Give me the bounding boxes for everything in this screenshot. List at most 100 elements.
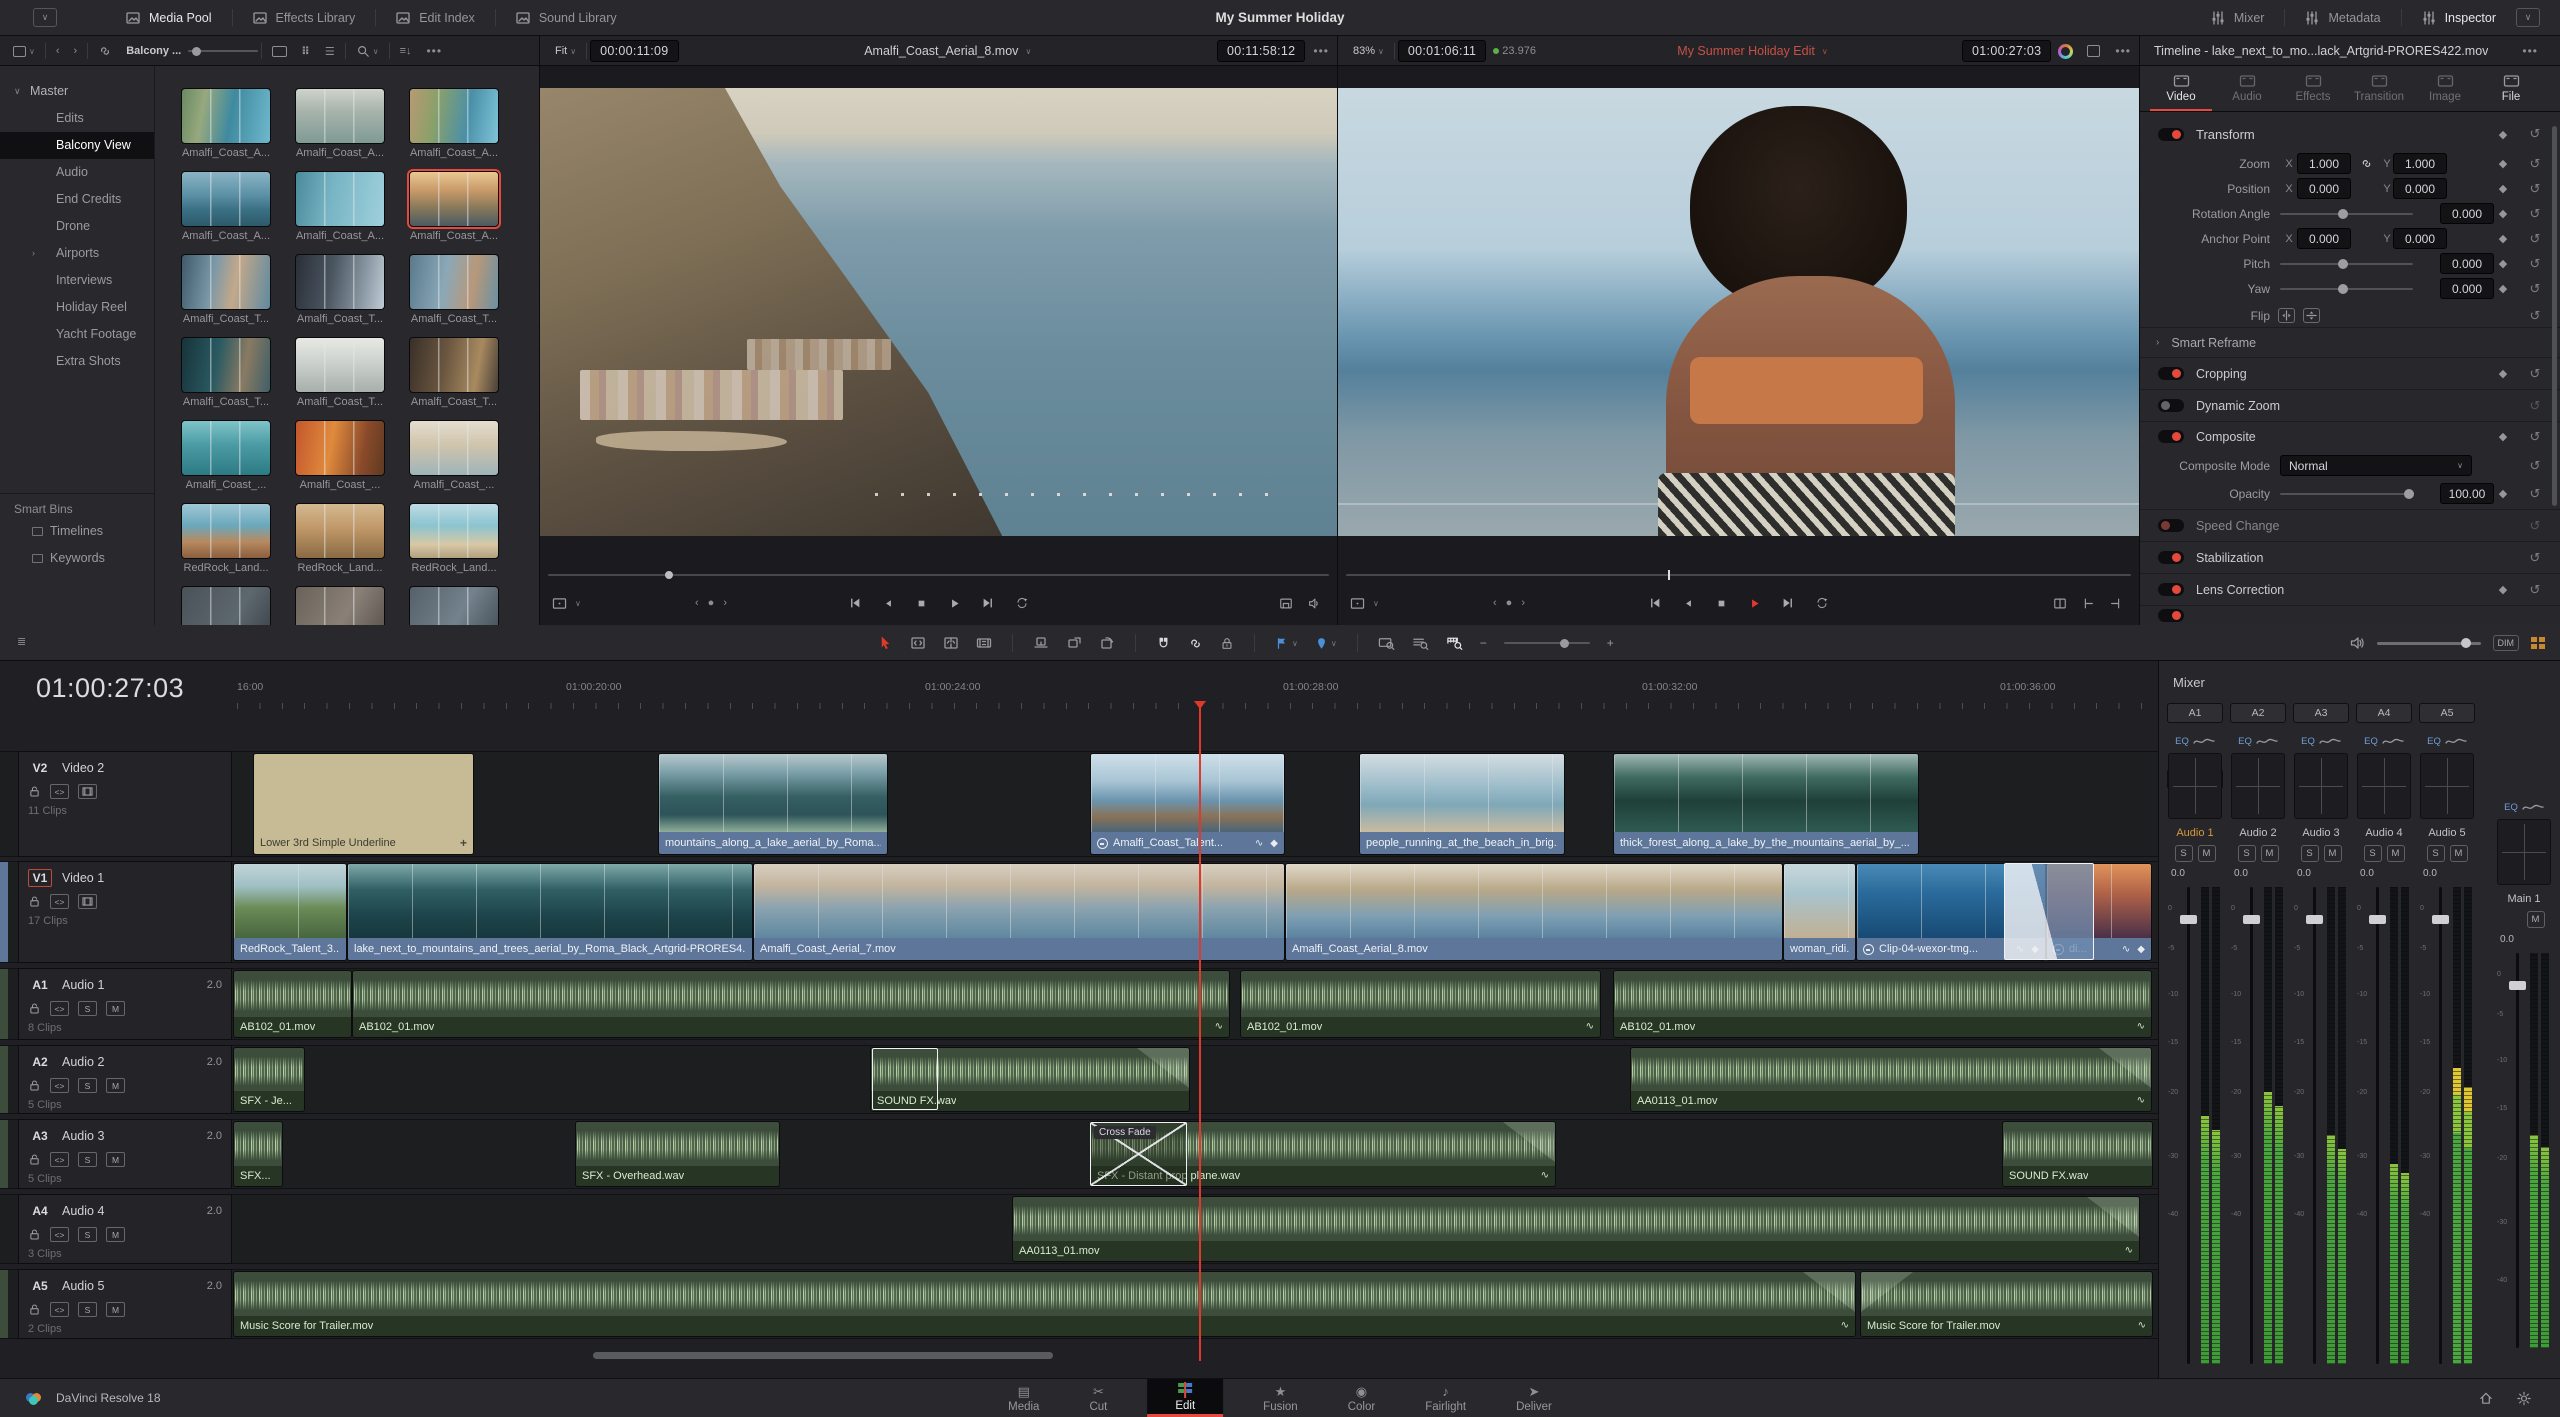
- position-x-field[interactable]: 0.000: [2297, 178, 2351, 199]
- media-pool-bin[interactable]: Extra Shots: [0, 348, 154, 375]
- replace-clip-tool[interactable]: [1099, 636, 1115, 650]
- solo-button[interactable]: S: [78, 1001, 97, 1016]
- lens-correction-toggle[interactable]: [2158, 583, 2184, 596]
- source-timecode-field[interactable]: 00:00:11:09: [590, 40, 679, 62]
- zoom-out-button[interactable]: −: [1480, 636, 1487, 650]
- composite-mode-dropdown[interactable]: Normal ∨: [2280, 455, 2472, 476]
- selected-audio-clip[interactable]: [872, 1048, 938, 1110]
- track-name[interactable]: Audio 3: [62, 1129, 104, 1143]
- cropping-toggle[interactable]: [2158, 367, 2184, 380]
- smart-reframe-section[interactable]: › Smart Reframe: [2140, 327, 2560, 357]
- mixer-channel-tab[interactable]: A5: [2419, 703, 2475, 723]
- track-id-chip[interactable]: V2: [28, 759, 52, 777]
- zoom-detail-icon[interactable]: [1412, 636, 1429, 650]
- media-pool-bin[interactable]: Yacht Footage: [0, 321, 154, 348]
- timeline-video-clip[interactable]: RedRock_Talent_3... ∿ ◆ +: [233, 863, 347, 961]
- eq-label[interactable]: EQ: [2364, 736, 2378, 747]
- inspector-tab[interactable]: Audio: [2214, 66, 2280, 111]
- track-id-chip[interactable]: A4: [28, 1202, 52, 1220]
- timeline-audio-clip[interactable]: Music Score for Trailer.mov: [1860, 1271, 2153, 1337]
- media-clip[interactable]: Amalfi_Coast_T...: [409, 254, 499, 325]
- razor-tool[interactable]: [976, 636, 992, 650]
- yaw-field[interactable]: 0.000: [2440, 278, 2494, 299]
- opacity-field[interactable]: 100.00: [2440, 483, 2494, 504]
- reset-icon[interactable]: ↺: [2526, 486, 2544, 502]
- linked-selection-icon[interactable]: [1188, 636, 1203, 651]
- track-name[interactable]: Audio 4: [62, 1204, 104, 1218]
- step-back-button[interactable]: [882, 597, 895, 610]
- zoom-custom-icon[interactable]: [1446, 636, 1463, 650]
- clip-sliver[interactable]: [0, 1270, 8, 1338]
- keyframe-icon[interactable]: ◆: [2495, 207, 2511, 220]
- media-clip-thumbnail[interactable]: [295, 586, 385, 625]
- track-header[interactable]: V2 Video 2 <> S M 11 Clips: [18, 751, 232, 857]
- source-video-frame[interactable]: [540, 88, 1337, 536]
- audio-toggle-icon[interactable]: [1307, 597, 1321, 610]
- inspector-options-icon[interactable]: •••: [2514, 44, 2546, 58]
- play-button[interactable]: [948, 597, 961, 610]
- media-pool-bin[interactable]: Balcony View: [0, 132, 154, 159]
- track-lock-icon[interactable]: [28, 1002, 41, 1015]
- project-manager-icon[interactable]: [2478, 1391, 2494, 1406]
- settings-gear-icon[interactable]: [2516, 1391, 2532, 1406]
- track-id-chip[interactable]: A5: [28, 1277, 52, 1295]
- media-pool-bin[interactable]: Interviews: [0, 267, 154, 294]
- media-clip[interactable]: Amalfi_Coast_A...: [295, 171, 385, 242]
- dim-button[interactable]: DIM: [2492, 635, 2519, 651]
- timeline-audio-clip[interactable]: AB102_01.mov: [352, 970, 1230, 1038]
- track-header[interactable]: A3 Audio 3 2.0 <> S M 5 Clips: [18, 1119, 232, 1189]
- speaker-icon[interactable]: [2349, 636, 2365, 650]
- media-clip[interactable]: RedRock_Land...: [181, 503, 271, 574]
- media-clip-thumbnail[interactable]: [181, 171, 271, 227]
- auto-select-icon[interactable]: <>: [50, 1001, 69, 1016]
- channel-mute-button[interactable]: M: [2386, 845, 2405, 862]
- track-lock-icon[interactable]: [28, 1228, 41, 1241]
- viewer-mode-icon[interactable]: [2080, 45, 2107, 57]
- channel-mute-button[interactable]: M: [2197, 845, 2216, 862]
- back-icon[interactable]: ‹: [49, 45, 67, 57]
- track-id-chip[interactable]: A1: [28, 976, 52, 994]
- position-y-field[interactable]: 0.000: [2393, 178, 2447, 199]
- timeline-video-clip[interactable]: Amalfi_Coast_Talent... ∿ ◆ +: [1090, 753, 1285, 855]
- pitch-slider[interactable]: [2280, 258, 2413, 269]
- transform-toggle[interactable]: [2158, 127, 2184, 141]
- first-frame-button[interactable]: [848, 596, 862, 610]
- next-marker-icon[interactable]: ›: [1521, 597, 1525, 609]
- media-clip[interactable]: Amalfi_Coast_T...: [181, 254, 271, 325]
- media-clip-thumbnail[interactable]: [295, 254, 385, 310]
- source-scrub-handle[interactable]: [665, 571, 674, 579]
- inspector-tab[interactable]: Video: [2148, 66, 2214, 111]
- reset-icon[interactable]: ↺: [2526, 156, 2544, 172]
- inspector-scrollbar[interactable]: [2552, 126, 2557, 506]
- track-name[interactable]: Audio 2: [62, 1055, 104, 1069]
- track-thumbnail-icon[interactable]: [78, 894, 97, 909]
- insert-clip-tool[interactable]: [1033, 636, 1049, 650]
- eq-label[interactable]: EQ: [2427, 736, 2441, 747]
- zoom-full-extent-icon[interactable]: [1378, 636, 1395, 650]
- media-clip-thumbnail[interactable]: [295, 503, 385, 559]
- timeline-video-clip[interactable]: people_running_at_the_beach_in_brig... ∿…: [1359, 753, 1565, 855]
- channel-solo-button[interactable]: S: [2300, 845, 2319, 862]
- stop-button[interactable]: [915, 597, 928, 610]
- auto-select-icon[interactable]: <>: [50, 1302, 69, 1317]
- keyframe-icon[interactable]: ◆: [2495, 487, 2511, 500]
- snapping-magnet-icon[interactable]: [1156, 636, 1171, 651]
- dynamic-zoom-section[interactable]: Dynamic Zoom ↺: [2140, 389, 2560, 421]
- channel-solo-button[interactable]: S: [2174, 845, 2193, 862]
- track-lock-icon[interactable]: [28, 895, 41, 908]
- media-clip-thumbnail[interactable]: [181, 503, 271, 559]
- media-pool-bin[interactable]: Holiday Reel: [0, 294, 154, 321]
- channel-mute-button[interactable]: M: [2260, 845, 2279, 862]
- top-bar-button[interactable]: Sound Library: [494, 0, 637, 35]
- timeline-audio-clip[interactable]: SFX - Overhead.wav: [575, 1121, 780, 1187]
- media-clip-thumbnail[interactable]: [409, 586, 499, 625]
- list-view-icon[interactable]: ☰: [318, 45, 342, 58]
- media-clip[interactable]: Amalfi_Coast_T...: [295, 254, 385, 325]
- top-bar-button[interactable]: Edit Index: [375, 0, 495, 35]
- reset-icon[interactable]: ↺: [2526, 308, 2544, 324]
- mute-button[interactable]: M: [106, 1227, 125, 1242]
- anchor-y-field[interactable]: 0.000: [2393, 228, 2447, 249]
- keyframe-icon[interactable]: ◆: [2495, 128, 2511, 141]
- reset-icon[interactable]: ↺: [2526, 126, 2544, 142]
- page-tab[interactable]: ♪ Fairlight: [1415, 1379, 1476, 1417]
